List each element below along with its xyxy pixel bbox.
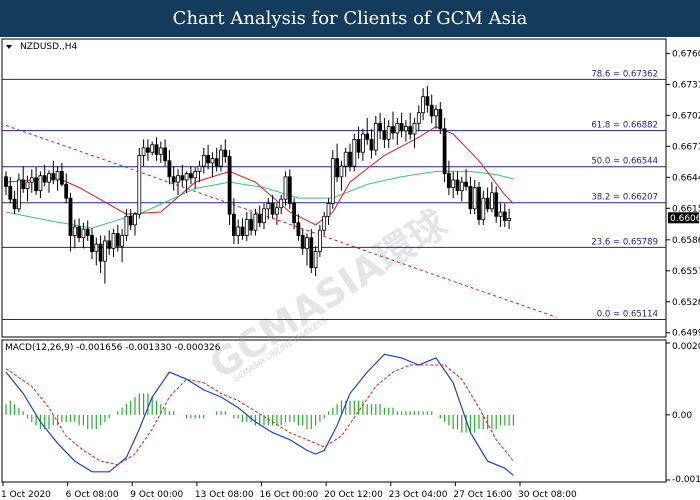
- price-tick-label: 0.65280: [672, 298, 700, 308]
- price-tick-label: 0.66445: [672, 173, 700, 183]
- price-tick-label: 0.67605: [672, 49, 700, 59]
- last-price-marker: 0.66066: [668, 212, 700, 224]
- time-tick-label: 16 Oct 00:00: [260, 490, 319, 500]
- fib-level-label: 50.0 = 0.66544: [591, 157, 658, 167]
- macd-axis: 0.002018 0.00 -0.001831: [666, 342, 700, 485]
- price-tick-label: 0.65860: [672, 236, 700, 246]
- time-tick-label: 20 Oct 12:00: [324, 490, 383, 500]
- price-tick-label: 0.64990: [672, 329, 700, 339]
- time-tick-label: 13 Oct 08:00: [195, 490, 254, 500]
- macd-tick-label: 0.00: [672, 411, 692, 421]
- macd-tick-label: -0.001831: [672, 475, 700, 485]
- fib-level-label: 38.2 = 0.66207: [591, 193, 658, 203]
- last-price-label: 0.66066: [670, 214, 700, 224]
- candle: [227, 150, 232, 225]
- macd-label: MACD(12,26,9) -0.001656 -0.001330 -0.000…: [5, 343, 221, 353]
- candle: [477, 182, 481, 225]
- candle: [352, 134, 357, 172]
- page-title: Chart Analysis for Clients of GCM Asia: [172, 8, 528, 29]
- header-bar: Chart Analysis for Clients of GCM Asia: [0, 0, 700, 37]
- fib-level-label: 61.8 = 0.66882: [591, 121, 658, 131]
- price-tick-label: 0.66735: [672, 142, 700, 152]
- symbol-label: NZDUSD.,H4: [20, 42, 78, 52]
- time-tick-label: 6 Oct 08:00: [66, 490, 119, 500]
- price-axis: 0.676050.673150.670250.667350.664450.661…: [666, 49, 700, 339]
- macd-panel: [1, 339, 667, 483]
- time-tick-label: 9 Oct 00:00: [130, 490, 183, 500]
- price-tick-label: 0.67025: [672, 111, 700, 121]
- candle: [137, 147, 142, 219]
- fib-level-label: 0.0 = 0.65114: [597, 309, 658, 319]
- time-tick-label: 30 Oct 08:00: [518, 490, 577, 500]
- time-tick-label: 23 Oct 04:00: [389, 490, 448, 500]
- chart-area: GCMASIA環球 GCMASIA ONLINE MARKETS 0.67605…: [1, 38, 700, 500]
- fib-level-label: 78.6 = 0.67362: [591, 69, 658, 79]
- time-axis: 1 Oct 2020 6 Oct 08:00 9 Oct 00:00 13 Oct 0…: [1, 482, 577, 500]
- time-tick-label: 1 Oct 2020: [1, 490, 51, 500]
- fib-level-label: 23.6 = 0.65789: [591, 237, 658, 247]
- candle: [330, 150, 335, 209]
- price-tick-label: 0.67315: [672, 80, 700, 90]
- time-tick-label: 27 Oct 16:00: [453, 490, 512, 500]
- macd-tick-label: 0.002018: [672, 342, 700, 352]
- price-tick-label: 0.65570: [672, 267, 700, 277]
